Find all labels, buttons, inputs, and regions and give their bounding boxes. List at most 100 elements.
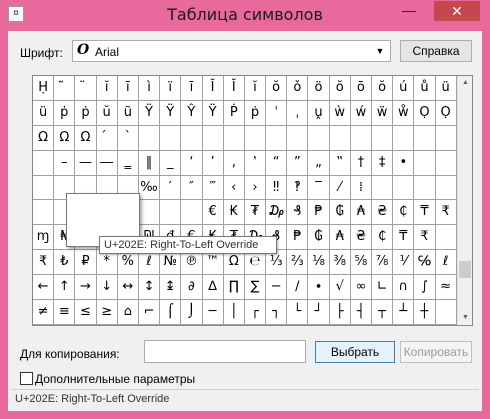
scroll-down-arrow-icon[interactable]: ▼ <box>458 311 473 325</box>
character-cell[interactable] <box>160 125 182 151</box>
grid-scrollbar[interactable]: ▲ ▼ <box>457 76 472 325</box>
character-cell[interactable] <box>414 125 436 151</box>
character-cell[interactable] <box>350 125 372 151</box>
character-cell[interactable]: ‗ <box>117 150 139 176</box>
character-cell[interactable]: ∆ <box>202 275 224 301</box>
character-cell[interactable] <box>244 125 267 151</box>
character-cell[interactable]: ́ <box>96 125 118 151</box>
select-button[interactable]: Выбрать <box>315 341 395 363</box>
character-cell[interactable]: Ÿ <box>202 100 224 126</box>
character-cell[interactable] <box>435 300 457 325</box>
font-dropdown[interactable]: O Arial ▼ <box>72 40 391 62</box>
character-cell[interactable] <box>393 175 415 201</box>
character-cell[interactable]: ┬ <box>372 300 394 325</box>
character-cell[interactable]: ↓ <box>96 275 118 301</box>
character-cell[interactable]: ₹ <box>414 225 436 251</box>
character-cell[interactable] <box>414 175 436 201</box>
character-cell[interactable] <box>138 200 161 226</box>
character-cell[interactable]: ₸ <box>393 225 415 251</box>
character-cell[interactable]: ⌐ <box>138 300 161 325</box>
character-cell[interactable]: ∂ <box>181 275 203 301</box>
character-cell[interactable]: ⁄ <box>329 175 351 201</box>
character-cell[interactable]: Ω <box>75 125 97 151</box>
character-cell[interactable]: ≤ <box>75 300 97 325</box>
character-cell[interactable]: ṗ <box>244 100 267 126</box>
character-cell[interactable] <box>33 150 55 176</box>
character-cell[interactable]: ℅ <box>414 250 436 276</box>
character-cell[interactable]: – <box>54 150 76 176</box>
character-cell[interactable]: ∫ <box>414 275 436 301</box>
character-cell[interactable]: ‟ <box>329 150 351 176</box>
character-cell[interactable] <box>435 125 457 151</box>
character-cell[interactable]: ₳ <box>329 225 351 251</box>
character-cell[interactable]: Ọ <box>435 100 457 126</box>
character-cell[interactable]: ṷ <box>308 100 330 126</box>
character-cell[interactable] <box>181 200 203 226</box>
character-cell[interactable] <box>223 125 245 151</box>
character-cell[interactable]: ≈ <box>435 275 457 301</box>
character-cell[interactable]: ₹ <box>33 250 55 276</box>
character-cell[interactable]: ⅜ <box>329 250 351 276</box>
character-cell[interactable]: ̃ <box>54 76 76 101</box>
character-cell[interactable]: ⅝ <box>350 250 372 276</box>
character-cell[interactable]: ∙ <box>308 275 330 301</box>
character-cell[interactable]: ┐ <box>266 300 288 325</box>
advanced-view-checkbox[interactable] <box>20 372 33 385</box>
character-cell[interactable]: ₳ <box>350 200 372 226</box>
character-cell[interactable]: ‖ <box>138 150 161 176</box>
character-cell[interactable]: → <box>75 275 97 301</box>
character-cell[interactable]: ̈ <box>75 76 97 101</box>
character-cell[interactable] <box>435 150 457 176</box>
character-cell[interactable]: ℓ <box>435 250 457 276</box>
character-cell[interactable]: ŏ <box>372 76 394 101</box>
character-cell[interactable]: ɱ <box>33 225 55 251</box>
character-cell[interactable]: ∕ <box>287 275 309 301</box>
character-cell[interactable]: ’ <box>202 150 224 176</box>
character-cell[interactable]: ŭ <box>96 100 118 126</box>
character-cell[interactable]: ü <box>435 76 457 101</box>
character-cell[interactable]: ₲ <box>329 200 351 226</box>
character-cell[interactable]: ‰ <box>138 175 161 201</box>
character-cell[interactable]: ō <box>350 76 372 101</box>
character-cell[interactable]: ┴ <box>393 300 415 325</box>
character-cell[interactable] <box>308 125 330 151</box>
character-cell[interactable]: ” <box>287 150 309 176</box>
character-cell[interactable]: ṗ <box>54 100 76 126</box>
character-cell[interactable] <box>202 125 224 151</box>
character-cell[interactable]: ǒ <box>287 76 309 101</box>
character-cell[interactable] <box>287 125 309 151</box>
character-cell[interactable]: Ĭ <box>202 76 224 101</box>
character-cell[interactable]: ⌂ <box>117 300 139 325</box>
character-cell[interactable]: ₽ <box>75 250 97 276</box>
character-cell[interactable] <box>372 175 394 201</box>
character-cell[interactable]: ₰ <box>287 200 309 226</box>
character-cell[interactable]: ┌ <box>244 300 267 325</box>
character-cell[interactable]: └ <box>287 300 309 325</box>
character-cell[interactable]: ˋ <box>117 125 139 151</box>
character-cell[interactable]: ī <box>117 76 139 101</box>
scroll-up-arrow-icon[interactable]: ▲ <box>458 76 473 90</box>
character-cell[interactable]: ┘ <box>308 300 330 325</box>
character-cell[interactable]: € <box>202 200 224 226</box>
character-cell[interactable] <box>181 125 203 151</box>
advanced-view-label[interactable]: Дополнительные параметры <box>35 372 195 386</box>
character-cell[interactable]: ẃ <box>350 100 372 126</box>
character-cell[interactable]: ├ <box>329 300 351 325</box>
character-cell[interactable]: ∑ <box>244 275 267 301</box>
chevron-down-icon[interactable]: ▼ <box>373 44 387 58</box>
character-cell[interactable]: Ω <box>54 125 76 151</box>
character-cell[interactable] <box>414 150 436 176</box>
character-cell[interactable] <box>160 200 182 226</box>
character-cell[interactable]: │ <box>223 300 245 325</box>
character-cell[interactable]: Ÿ <box>160 100 182 126</box>
minimize-button[interactable]: — <box>396 1 422 21</box>
copy-button[interactable]: Копировать <box>400 341 472 363</box>
character-cell[interactable]: ₵ <box>393 200 415 226</box>
character-cell[interactable]: ‡ <box>372 150 394 176</box>
character-cell[interactable]: √ <box>329 275 351 301</box>
character-cell[interactable]: ‛ <box>244 150 267 176</box>
character-cell[interactable]: ← <box>33 275 55 301</box>
character-cell[interactable]: ⅞ <box>372 250 394 276</box>
character-cell[interactable] <box>435 175 457 201</box>
character-cell[interactable]: ⅟ <box>393 250 415 276</box>
